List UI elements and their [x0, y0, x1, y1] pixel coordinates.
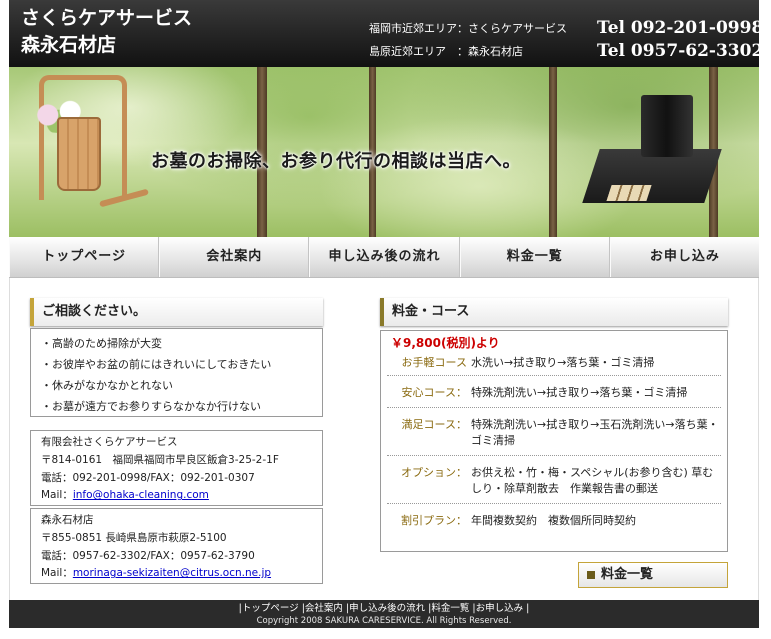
company-phone: 電話：092-201-0998/FAX：092-201-0307 — [41, 471, 255, 484]
footer-link-top[interactable]: |トップページ — [239, 603, 299, 614]
nav-apply[interactable]: お申し込み — [609, 237, 759, 277]
consult-item: ・お彼岸やお盆の前にはきれいにしておきたい — [41, 358, 272, 371]
main-nav: トップページ 会社案内 申し込み後の流れ 料金一覧 お申し込み — [9, 237, 759, 278]
main-content: ご相談ください。 ・高齢のため掃除が大変 ・お彼岸やお盆の前にはきれいにしておき… — [9, 278, 759, 600]
course-desc: 水洗い→拭き取り→落ち葉・ゴミ清掃 — [471, 356, 655, 369]
fees-title: 料金・コース — [380, 298, 728, 326]
course-name: 安心コース： — [401, 386, 467, 399]
site-frame: さくらケアサービス 森永石材店 福岡市近郊エリア：さくらケアサービス 島原近郊エ… — [9, 0, 763, 639]
course-name: 割引プラン： — [401, 514, 467, 527]
course-desc: 年間複数契約 複数個所同時契約 — [471, 514, 636, 527]
company-name: 森永石材店 — [41, 514, 94, 526]
course-desc: 特殊洗剤洗い→拭き取り→落ち葉・ゴミ清掃 — [471, 386, 688, 399]
tombstone-base-image — [582, 149, 722, 203]
course-row: 満足コース： 特殊洗剤洗い→拭き取り→玉石洗剤洗い→落ち葉・ゴミ清掃 — [387, 408, 721, 456]
course-row: 割引プラン： 年間複数契約 複数個所同時契約 — [387, 504, 721, 535]
brand-line-1: さくらケアサービス — [21, 7, 193, 29]
company-mail-row: Mail：info@ohaka-cleaning.com — [41, 487, 312, 505]
consult-item: ・休みがなかなかとれない — [41, 379, 173, 392]
company-card-morinaga: 森永石材店 〒855-0851 長崎県島原市萩原2-5100 電話：0957-6… — [30, 508, 323, 584]
footer-link-flow[interactable]: |申し込み後の流れ — [346, 603, 425, 614]
nav-top-page[interactable]: トップページ — [9, 237, 160, 277]
hero-headline: お墓のお掃除、お参り代行の相談は当店へ。 — [151, 151, 521, 172]
course-row: お手軽コース 水洗い→拭き取り→落ち葉・ゴミ清掃 — [387, 353, 721, 376]
water-bucket-image — [57, 117, 101, 191]
consult-section: ご相談ください。 ・高齢のため掃除が大変 ・お彼岸やお盆の前にはきれいにしておき… — [30, 298, 323, 417]
tel-fukuoka: Tel 092-201-0998 — [597, 18, 764, 38]
company-mail-link[interactable]: morinaga-sekizaiten@citrus.ocn.ne.jp — [73, 567, 271, 579]
footer-link-company[interactable]: |会社案内 — [302, 603, 343, 614]
company-address: 〒814-0161 福岡県福岡市早良区飯倉3-25-2-1F — [41, 453, 279, 466]
course-desc: 特殊洗剤洗い→拭き取り→玉石洗剤洗い→落ち葉・ゴミ清掃 — [471, 418, 719, 447]
course-desc: お供え松・竹・梅・スペシャル(お参り含む) 草むしり・除草剤散去 作業報告書の郵… — [471, 466, 714, 495]
mail-label: Mail： — [41, 567, 73, 580]
tombstone-image — [641, 95, 693, 157]
consult-list: ・高齢のため掃除が大変 ・お彼岸やお盆の前にはきれいにしておきたい ・休みがなか… — [30, 328, 323, 417]
footer-link-apply[interactable]: |お申し込み — [472, 603, 523, 614]
area-fukuoka: 福岡市近郊エリア：さくらケアサービス — [369, 22, 567, 35]
course-name: オプション： — [401, 466, 467, 479]
course-name: お手軽コース — [401, 356, 467, 369]
page: さくらケアサービス 森永石材店 福岡市近郊エリア：さくらケアサービス 島原近郊エ… — [0, 0, 771, 639]
footer-links: |トップページ |会社案内 |申し込み後の流れ |料金一覧 |お申し込み | — [9, 600, 759, 615]
base-price: ￥9,800(税別)より — [391, 336, 500, 350]
company-phone: 電話：0957-62-3302/FAX：0957-62-3790 — [41, 549, 255, 562]
course-name: 満足コース： — [401, 418, 467, 431]
course-row: 安心コース： 特殊洗剤洗い→拭き取り→落ち葉・ゴミ清掃 — [387, 376, 721, 408]
fees-list: ￥9,800(税別)より お手軽コース 水洗い→拭き取り→落ち葉・ゴミ清掃 安心… — [380, 330, 728, 552]
price-list-button-label: 料金一覧 — [601, 567, 654, 582]
price-list-button[interactable]: 料金一覧 — [578, 562, 728, 588]
fees-section: 料金・コース ￥9,800(税別)より お手軽コース 水洗い→拭き取り→落ち葉・… — [380, 298, 728, 552]
consult-item: ・お墓が遠方でお参りすらなかなか行けない — [41, 400, 261, 413]
hero-banner: お墓のお掃除、お参り代行の相談は当店へ。 — [9, 67, 759, 237]
company-mail-link[interactable]: info@ohaka-cleaning.com — [73, 489, 209, 501]
consult-item: ・高齢のため掃除が大変 — [41, 337, 162, 350]
brand-line-2: 森永石材店 — [21, 34, 117, 56]
site-footer: |トップページ |会社案内 |申し込み後の流れ |料金一覧 |お申し込み | C… — [9, 600, 759, 628]
mail-label: Mail： — [41, 489, 73, 502]
service-areas: 福岡市近郊エリア：さくらケアサービス 島原近郊エリア ：森永石材店 — [369, 17, 567, 63]
nav-flow[interactable]: 申し込み後の流れ — [309, 237, 460, 277]
course-row: オプション： お供え松・竹・梅・スペシャル(お参り含む) 草むしり・除草剤散去 … — [387, 456, 721, 504]
tree-trunk — [549, 67, 557, 237]
consult-title: ご相談ください。 — [30, 298, 323, 326]
area-shimabara: 島原近郊エリア ：森永石材店 — [369, 45, 523, 58]
nav-company-info[interactable]: 会社案内 — [159, 237, 310, 277]
footer-link-price[interactable]: |料金一覧 — [428, 603, 469, 614]
company-address: 〒855-0851 長崎県島原市萩原2-5100 — [41, 531, 227, 544]
company-name: 有限会社さくらケアサービス — [41, 436, 178, 448]
tel-shimabara: Tel 0957-62-3302 — [597, 41, 764, 61]
company-mail-row: Mail：morinaga-sekizaiten@citrus.ocn.ne.j… — [41, 565, 312, 583]
phone-numbers: Tel 092-201-0998 Tel 0957-62-3302 — [597, 17, 763, 63]
nav-price-list[interactable]: 料金一覧 — [459, 237, 610, 277]
square-bullet-icon — [587, 570, 595, 579]
company-card-sakura: 有限会社さくらケアサービス 〒814-0161 福岡県福岡市早良区飯倉3-25-… — [30, 430, 323, 506]
tombstone-steps-image — [606, 185, 652, 201]
footer-link-separator: | — [526, 603, 530, 614]
brand-name: さくらケアサービス 森永石材店 — [21, 5, 192, 59]
site-header: さくらケアサービス 森永石材店 福岡市近郊エリア：さくらケアサービス 島原近郊エ… — [9, 0, 763, 67]
copyright: Copyright 2008 SAKURA CARESERVICE. All R… — [256, 616, 512, 626]
